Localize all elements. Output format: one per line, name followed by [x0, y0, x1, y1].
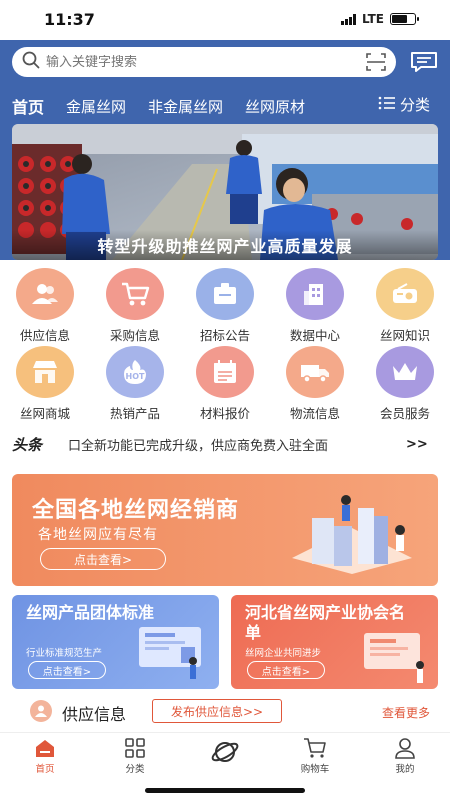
feature-supply-info[interactable]: 供应信息 [0, 268, 90, 346]
feature-label: 物流信息 [289, 406, 340, 421]
tabbar-label: 购物车 [300, 764, 330, 775]
tabbar-label: 首页 [35, 764, 55, 775]
feature-mesh-mall[interactable]: 丝网商城 [0, 346, 90, 424]
status-indicators: LTE [340, 12, 419, 26]
message-icon[interactable] [408, 49, 440, 75]
association-illustration [364, 633, 424, 683]
status-bar: 11:37 LTE [0, 0, 450, 40]
feature-label: 采购信息 [109, 328, 160, 343]
association-promo-card[interactable]: 河北省丝网产业协会名单 丝网企业共同进步 点击查看> [231, 595, 438, 689]
promo-subtitle: 各地丝网应有尽有 [38, 527, 158, 543]
feature-hot-products[interactable]: HOT 热销产品 [90, 346, 180, 424]
home-icon [32, 737, 58, 759]
feature-label: 材料报价 [199, 406, 250, 421]
battery-icon [390, 13, 419, 25]
supply-section-header: 供应信息 发布供应信息>> 查看更多 [0, 696, 450, 728]
hot-icon: HOT [106, 346, 164, 398]
section-title: 供应信息 [62, 705, 127, 724]
tab-mesh-materials[interactable]: 丝网原材 [245, 96, 305, 117]
building-icon [286, 268, 344, 320]
feature-label: 供应信息 [19, 328, 70, 343]
network-label: LTE [361, 12, 384, 26]
promo-view-button[interactable]: 点击查看> [40, 548, 166, 570]
truck-icon [286, 346, 344, 398]
tab-nonmetal-mesh[interactable]: 非金属丝网 [148, 96, 223, 117]
publish-supply-button[interactable]: 发布供应信息>> [152, 699, 282, 723]
calendar-icon [196, 346, 254, 398]
shop-icon [16, 346, 74, 398]
category-menu-label: 分类 [399, 96, 430, 114]
headline-logo: 头条 [12, 435, 43, 454]
user-icon [392, 737, 418, 759]
scan-icon[interactable] [356, 52, 396, 72]
promo-subtitle: 丝网企业共同进步 [245, 648, 322, 659]
crown-icon [376, 346, 434, 398]
feature-tender-notice[interactable]: 招标公告 [180, 268, 270, 346]
feature-label: 招标公告 [199, 328, 250, 343]
dealer-promo-card[interactable]: 全国各地丝网经销商 各地丝网应有尽有 点击查看> [12, 474, 438, 586]
tabbar-profile[interactable]: 我的 [360, 733, 450, 800]
search-bar[interactable] [12, 47, 396, 77]
tabbar-label: 分类 [125, 764, 145, 775]
tabbar-home[interactable]: 首页 [0, 733, 90, 800]
ticker-text[interactable]: 口全新功能已完成升级，供应商免费入驻全面 [68, 435, 390, 454]
notice-icon [196, 268, 254, 320]
city-illustration [292, 495, 412, 574]
feature-label: 丝网知识 [379, 328, 430, 343]
cart-icon [302, 737, 328, 759]
standards-illustration [139, 627, 201, 679]
promo-subtitle: 行业标准规范生产 [26, 648, 103, 659]
feature-logistics[interactable]: 物流信息 [270, 346, 360, 424]
category-tabs: 首页 金属丝网 非金属丝网 丝网原材 分类 [12, 94, 438, 118]
promo-view-button[interactable]: 点击查看> [28, 661, 106, 679]
feature-grid-row: 供应信息 采购信息 招标公告 数据中心 丝网知识 [0, 268, 450, 346]
feature-mesh-knowledge[interactable]: 丝网知识 [360, 268, 450, 346]
signal-icon [340, 13, 356, 25]
search-icon [22, 51, 40, 73]
cart-icon [106, 268, 164, 320]
feature-label: 会员服务 [379, 406, 430, 421]
tab-home[interactable]: 首页 [12, 94, 44, 118]
ticker-more-button[interactable]: >> [406, 437, 428, 452]
tab-metal-mesh[interactable]: 金属丝网 [66, 96, 126, 117]
feature-purchase-info[interactable]: 采购信息 [90, 268, 180, 346]
tabbar-label: 我的 [395, 764, 415, 775]
feature-label: 丝网商城 [19, 406, 70, 421]
feature-data-center[interactable]: 数据中心 [270, 268, 360, 346]
feature-grid-row: 丝网商城 HOT 热销产品 材料报价 物流信息 会员服务 [0, 346, 450, 424]
feature-label: 数据中心 [289, 328, 340, 343]
hero-banner[interactable]: 转型升级助推丝网产业高质量发展 [12, 124, 438, 260]
radio-icon [376, 268, 434, 320]
category-menu-button[interactable]: 分类 [369, 94, 430, 115]
news-ticker[interactable]: 头条 口全新功能已完成升级，供应商免费入驻全面 >> [0, 430, 450, 458]
banner-caption: 转型升级助推丝网产业高质量发展 [12, 230, 438, 260]
people-icon [16, 268, 74, 320]
home-indicator [145, 788, 305, 793]
feature-member-service[interactable]: 会员服务 [360, 346, 450, 424]
see-more-link[interactable]: 查看更多 [382, 704, 430, 721]
standards-promo-card[interactable]: 丝网产品团体标准 行业标准规范生产 点击查看> [12, 595, 219, 689]
people-icon [30, 700, 52, 722]
feature-label: 热销产品 [109, 406, 160, 421]
promo-title: 全国各地丝网经销商 [32, 498, 240, 523]
svg-text:HOT: HOT [126, 372, 145, 381]
planet-icon [208, 737, 242, 767]
category-icon [122, 737, 148, 759]
feature-grid: 供应信息 采购信息 招标公告 数据中心 丝网知识 丝网商城 HOT 热销产品 材… [0, 268, 450, 424]
feature-material-quote[interactable]: 材料报价 [180, 346, 270, 424]
menu-list-icon [378, 96, 396, 114]
search-input[interactable] [46, 54, 356, 70]
status-time: 11:37 [44, 10, 95, 29]
promo-view-button[interactable]: 点击查看> [247, 661, 325, 679]
